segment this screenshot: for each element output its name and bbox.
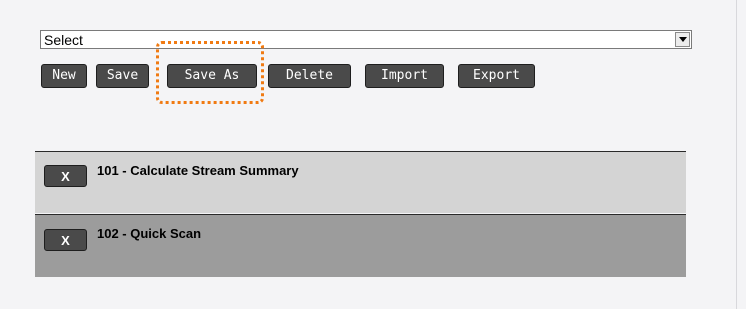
- list-item-label: 101 - Calculate Stream Summary: [97, 163, 299, 178]
- remove-item-button[interactable]: X: [44, 165, 87, 187]
- new-button[interactable]: New: [41, 64, 87, 88]
- preset-select[interactable]: Select: [40, 30, 692, 49]
- save-button[interactable]: Save: [96, 64, 149, 88]
- list-item: X 102 - Quick Scan: [35, 214, 686, 277]
- list-item-label: 102 - Quick Scan: [97, 226, 202, 241]
- list-item: X 101 - Calculate Stream Summary: [35, 151, 686, 213]
- preset-select-value: Select: [44, 32, 83, 48]
- save-as-highlight: [156, 41, 264, 104]
- import-button[interactable]: Import: [365, 64, 444, 88]
- chevron-down-icon[interactable]: [675, 32, 690, 47]
- delete-button[interactable]: Delete: [268, 64, 351, 88]
- remove-item-button[interactable]: X: [44, 229, 87, 251]
- export-button[interactable]: Export: [458, 64, 535, 88]
- page-divider: [736, 0, 737, 309]
